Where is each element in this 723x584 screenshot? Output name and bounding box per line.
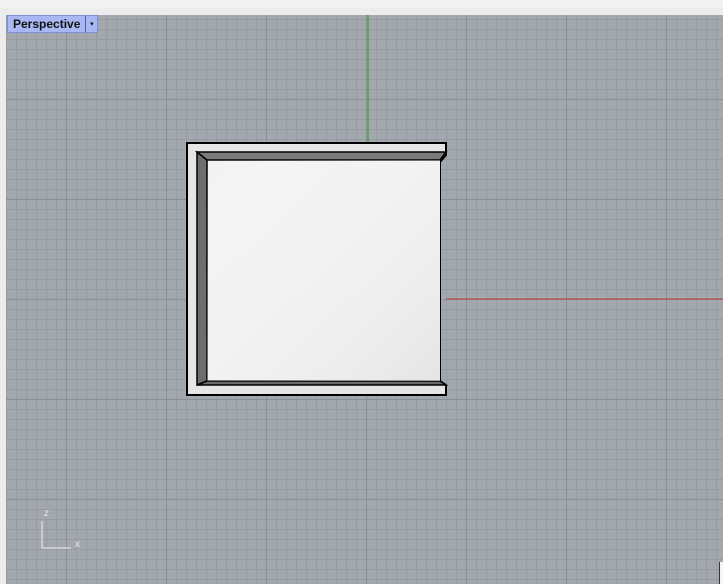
viewport-corner-edge [719,562,723,584]
perspective-viewport[interactable] [6,15,723,584]
window-top-strip [0,0,723,8]
axis-gizmo-z-label: z [44,508,49,519]
viewport-title[interactable]: Perspective [8,16,85,32]
viewport-title-tab[interactable]: Perspective ▾ [7,15,99,33]
axis-gizmo-x-label: x [75,539,80,550]
dropdown-arrow-icon[interactable]: ▾ [85,16,97,32]
